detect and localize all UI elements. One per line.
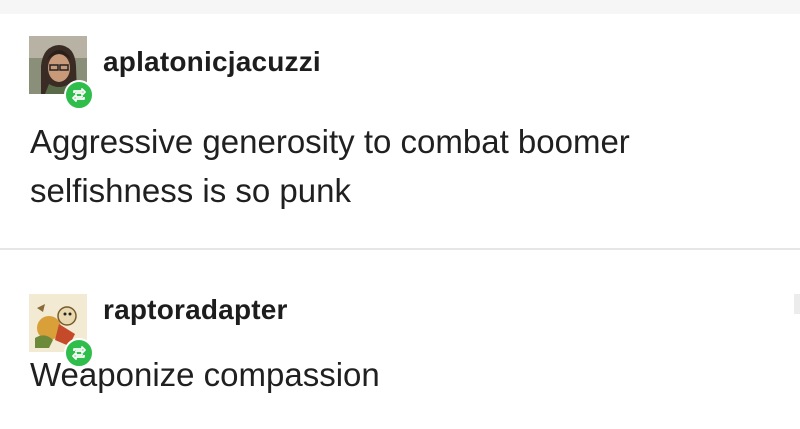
post-text-line: Aggressive generosity to combat boomer: [30, 123, 630, 160]
scrollbar[interactable]: [794, 294, 800, 314]
post-divider: [0, 248, 800, 250]
username-link[interactable]: raptoradapter: [103, 294, 288, 326]
username-link[interactable]: aplatonicjacuzzi: [103, 46, 321, 78]
top-band: [0, 0, 800, 14]
post-text: Weaponize compassion: [30, 350, 770, 399]
post-text-line: Weaponize compassion: [30, 356, 380, 393]
avatar-group[interactable]: [29, 36, 94, 110]
post-text: Aggressive generosity to combat boomer s…: [30, 117, 770, 215]
reblog-icon: [64, 80, 94, 110]
post-text-line: selfishness is so punk: [30, 172, 351, 209]
